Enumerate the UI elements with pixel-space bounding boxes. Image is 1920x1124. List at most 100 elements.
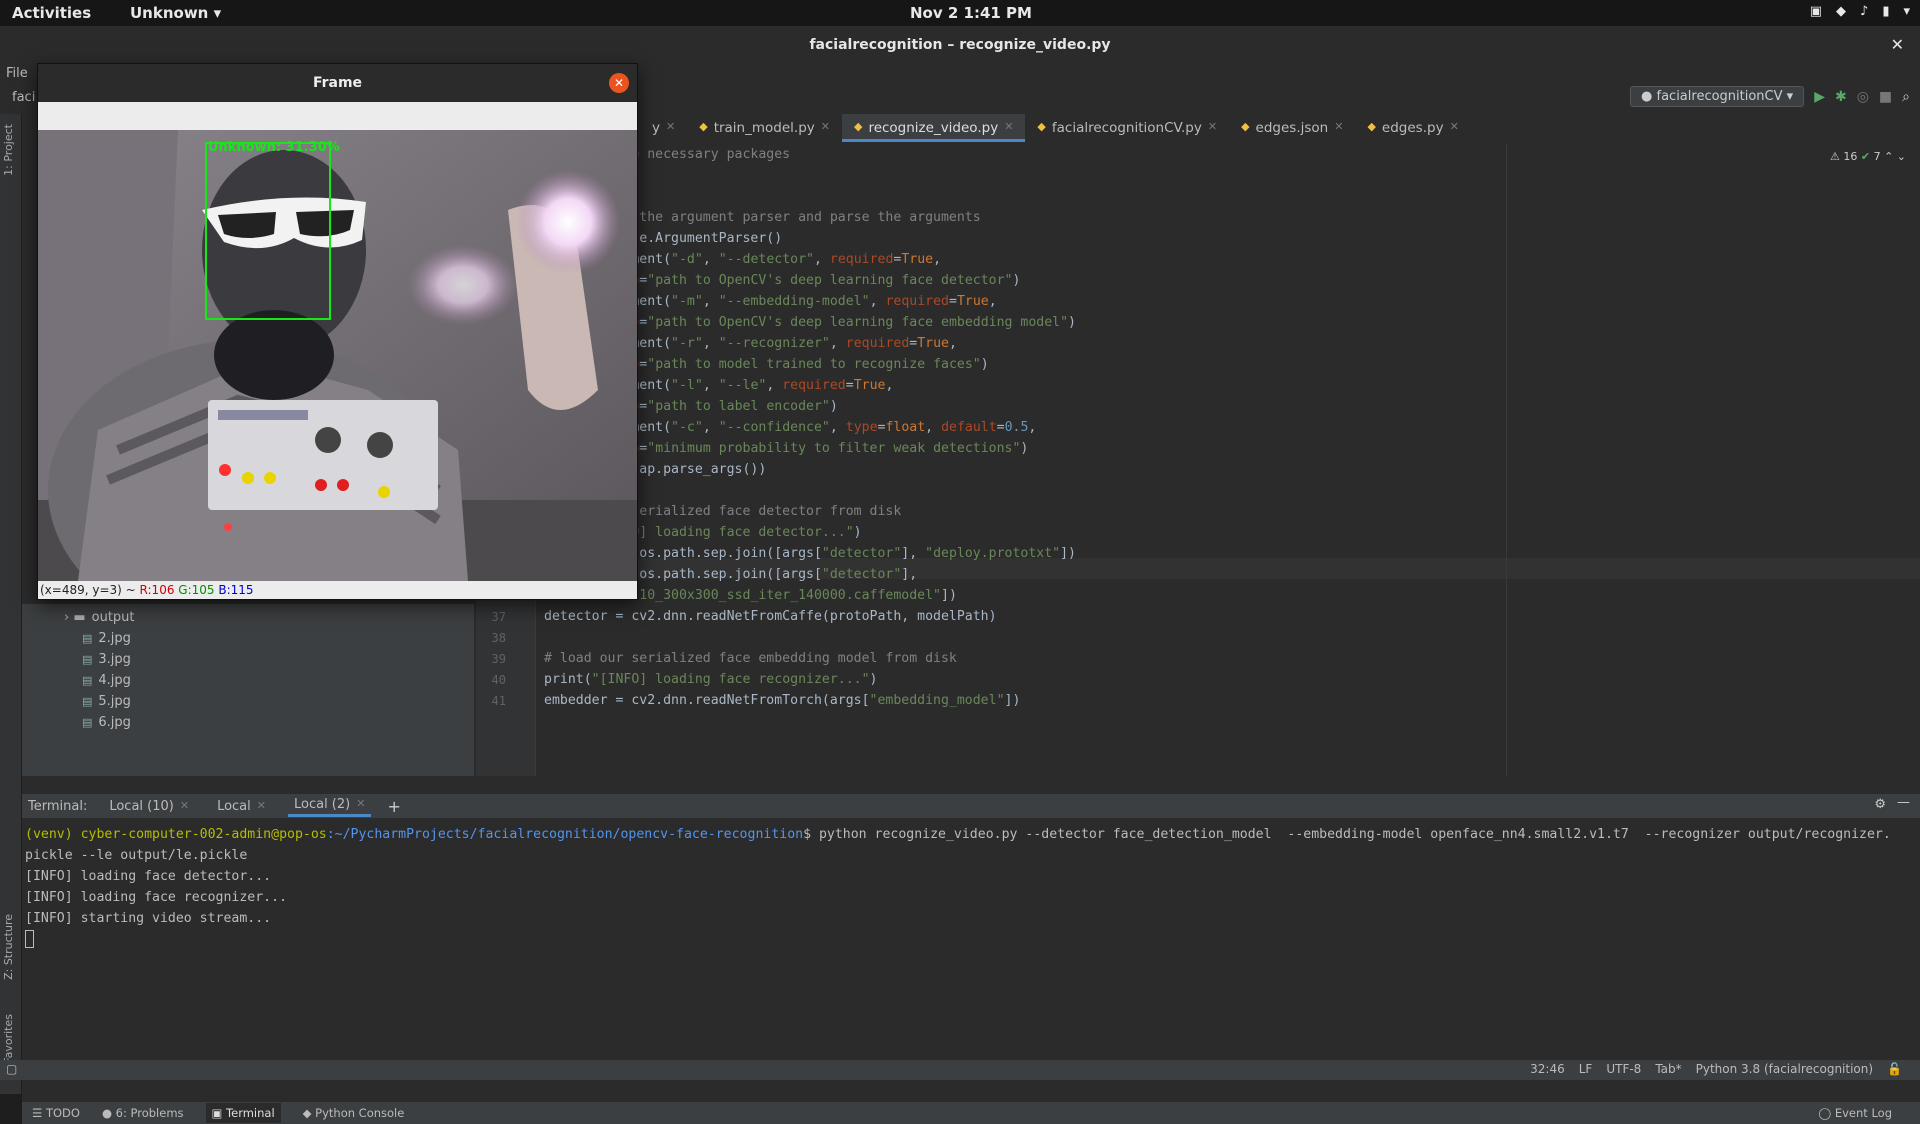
code-line[interactable]: # load our serialized face embedding mod…: [544, 648, 1844, 669]
layout-icon[interactable]: ▢: [6, 1062, 17, 1076]
code-line[interactable]: help="path to OpenCV's deep learning fac…: [544, 270, 1844, 291]
code-line[interactable]: print("[INFO] loading face recognizer...…: [544, 669, 1844, 690]
terminal-cursor-line[interactable]: [25, 929, 1915, 950]
terminal-tab-local[interactable]: Local ✕: [211, 797, 272, 816]
chevron-up-icon[interactable]: ⌃: [1884, 150, 1893, 163]
tree-folder-item[interactable]: › ▬ output: [64, 607, 135, 628]
new-terminal-icon[interactable]: +: [387, 797, 400, 816]
close-icon[interactable]: ✕: [1208, 120, 1217, 142]
code-line[interactable]: # construct the argument parser and pars…: [544, 207, 1844, 228]
minimize-icon[interactable]: —: [1897, 795, 1910, 810]
tab-edges-json[interactable]: ◆ edges.json ✕: [1229, 114, 1355, 142]
todo-tool-button[interactable]: ☰ TODO: [32, 1106, 80, 1120]
close-icon[interactable]: ✕: [1004, 120, 1013, 139]
code-line[interactable]: embedder = cv2.dnn.readNetFromTorch(args…: [544, 690, 1844, 711]
close-icon[interactable]: ✕: [666, 120, 675, 142]
code-line[interactable]: [544, 165, 1844, 186]
close-icon[interactable]: ✕: [821, 120, 830, 142]
volume-icon[interactable]: ♪: [1860, 4, 1868, 19]
run-configuration-label: facialrecognitionCV: [1656, 89, 1783, 104]
python-console-tool-button[interactable]: ◆ Python Console: [303, 1106, 405, 1120]
close-icon[interactable]: ✕: [1334, 120, 1343, 142]
tab-recognize-video[interactable]: ◆ recognize_video.py ✕: [841, 114, 1026, 142]
battery-icon[interactable]: ▮: [1882, 4, 1889, 19]
project-tool-button[interactable]: 1: Project: [2, 124, 15, 176]
display-icon[interactable]: ▣: [1810, 4, 1822, 19]
code-line[interactable]: ap.add_argument("-m", "--embedding-model…: [544, 291, 1844, 312]
file-encoding[interactable]: UTF-8: [1606, 1062, 1641, 1076]
tree-file-item[interactable]: ▤ 3.jpg: [82, 649, 131, 670]
terminal-tool-button[interactable]: ▣ Terminal: [205, 1103, 281, 1123]
code-line[interactable]: help="path to model trained to recognize…: [544, 354, 1844, 375]
tab-facialrecognitioncv[interactable]: ◆ facialrecognitionCV.py ✕: [1025, 114, 1229, 142]
tab-partial[interactable]: y ✕: [640, 114, 687, 142]
event-log-button[interactable]: ◯ Event Log: [1818, 1106, 1892, 1120]
run-icon[interactable]: ▶: [1814, 89, 1825, 105]
code-token: ],: [901, 567, 918, 582]
gear-icon[interactable]: ⚙: [1874, 797, 1886, 812]
code-line[interactable]: [544, 627, 1844, 648]
indent-setting[interactable]: Tab*: [1655, 1062, 1681, 1076]
code-line[interactable]: args = vars(ap.parse_args()): [544, 459, 1844, 480]
frame-title-bar[interactable]: Frame ✕: [38, 64, 637, 102]
webcam-video-frame[interactable]: Unknown: 31.30%: [38, 130, 637, 581]
close-icon[interactable]: ✕: [609, 73, 629, 93]
close-icon[interactable]: ✕: [1891, 26, 1904, 64]
code-content[interactable]: # import the necessary packages # constru…: [492, 144, 1844, 711]
terminal-output[interactable]: (venv) cyber-computer-002-admin@pop-os:~…: [25, 824, 1915, 950]
terminal-tab-local-10[interactable]: Local (10) ✕: [103, 797, 195, 816]
code-line[interactable]: [544, 480, 1844, 501]
code-line[interactable]: help="path to label encoder"): [544, 396, 1844, 417]
stop-icon[interactable]: ■: [1879, 89, 1892, 105]
system-tray[interactable]: ▣ ◆ ♪ ▮ ▾: [1810, 4, 1910, 19]
code-line[interactable]: modelPath = os.path.sep.join([args["dete…: [544, 564, 1844, 585]
code-line[interactable]: ap.add_argument("-c", "--confidence", ty…: [544, 417, 1844, 438]
run-configuration-select[interactable]: ● facialrecognitionCV ▾: [1630, 86, 1805, 107]
code-line[interactable]: ap.add_argument("-d", "--detector", requ…: [544, 249, 1844, 270]
menu-file[interactable]: File: [6, 66, 28, 81]
tab-edges-py[interactable]: ◆ edges.py ✕: [1355, 114, 1470, 142]
close-icon[interactable]: ✕: [257, 799, 266, 814]
code-editor[interactable]: # import the necessary packages # constru…: [476, 144, 1920, 776]
inspection-widget[interactable]: ⚠ 16 ✔ 7 ⌃ ⌄: [1830, 150, 1906, 163]
opencv-frame-window[interactable]: Frame ✕ Unknown: 31.30% (x=489, y=3) ~ R…: [37, 63, 638, 600]
activities-button[interactable]: Activities: [12, 4, 91, 22]
close-icon[interactable]: ✕: [356, 797, 365, 812]
chevron-down-icon[interactable]: ▾: [1903, 4, 1910, 19]
caret-position[interactable]: 32:46: [1530, 1062, 1565, 1076]
code-line[interactable]: [544, 186, 1844, 207]
code-line[interactable]: help="minimum probability to filter weak…: [544, 438, 1844, 459]
close-icon[interactable]: ✕: [1450, 120, 1459, 142]
terminal-tab-local-2[interactable]: Local (2) ✕: [287, 795, 372, 817]
coverage-icon[interactable]: ◎: [1857, 89, 1869, 105]
code-line[interactable]: ap = argparse.ArgumentParser(): [544, 228, 1844, 249]
chevron-down-icon[interactable]: ⌄: [1897, 150, 1906, 163]
tree-file-item[interactable]: ▤ 4.jpg: [82, 670, 131, 691]
tab-train-model[interactable]: ◆ train_model.py ✕: [687, 114, 842, 142]
tree-file-item[interactable]: ▤ 6.jpg: [82, 712, 131, 733]
lock-icon[interactable]: 🔓: [1887, 1062, 1902, 1076]
clock[interactable]: Nov 2 1:41 PM: [910, 4, 1032, 22]
code-line[interactable]: ap.add_argument("-l", "--le", required=T…: [544, 375, 1844, 396]
wifi-icon[interactable]: ◆: [1836, 4, 1846, 19]
code-line[interactable]: print("[INFO] loading face detector..."): [544, 522, 1844, 543]
code-line[interactable]: detector = cv2.dnn.readNetFromCaffe(prot…: [544, 606, 1844, 627]
structure-tool-button[interactable]: Z: Structure: [2, 914, 15, 980]
problems-tool-button[interactable]: ● 6: Problems: [102, 1106, 184, 1120]
close-icon[interactable]: ✕: [180, 799, 189, 814]
code-line[interactable]: "res10_300x300_ssd_iter_140000.caffemode…: [544, 585, 1844, 606]
tree-file-item[interactable]: ▤ 2.jpg: [82, 628, 131, 649]
debug-icon[interactable]: ✱: [1835, 89, 1847, 105]
code-token: ,: [885, 378, 894, 393]
code-line[interactable]: # load our serialized face detector from…: [544, 501, 1844, 522]
code-line[interactable]: # import the necessary packages: [544, 144, 1844, 165]
python-interpreter[interactable]: Python 3.8 (facialrecognition): [1696, 1062, 1873, 1076]
code-line[interactable]: protoPath = os.path.sep.join([args["dete…: [544, 543, 1844, 564]
search-icon[interactable]: ⌕: [1902, 89, 1910, 105]
tree-file-item[interactable]: ▤ 5.jpg: [82, 691, 131, 712]
line-separator[interactable]: LF: [1579, 1062, 1593, 1076]
code-line[interactable]: ap.add_argument("-r", "--recognizer", re…: [544, 333, 1844, 354]
project-breadcrumb[interactable]: faci: [12, 90, 35, 105]
code-line[interactable]: help="path to OpenCV's deep learning fac…: [544, 312, 1844, 333]
app-menu[interactable]: Unknown ▾: [130, 4, 221, 22]
